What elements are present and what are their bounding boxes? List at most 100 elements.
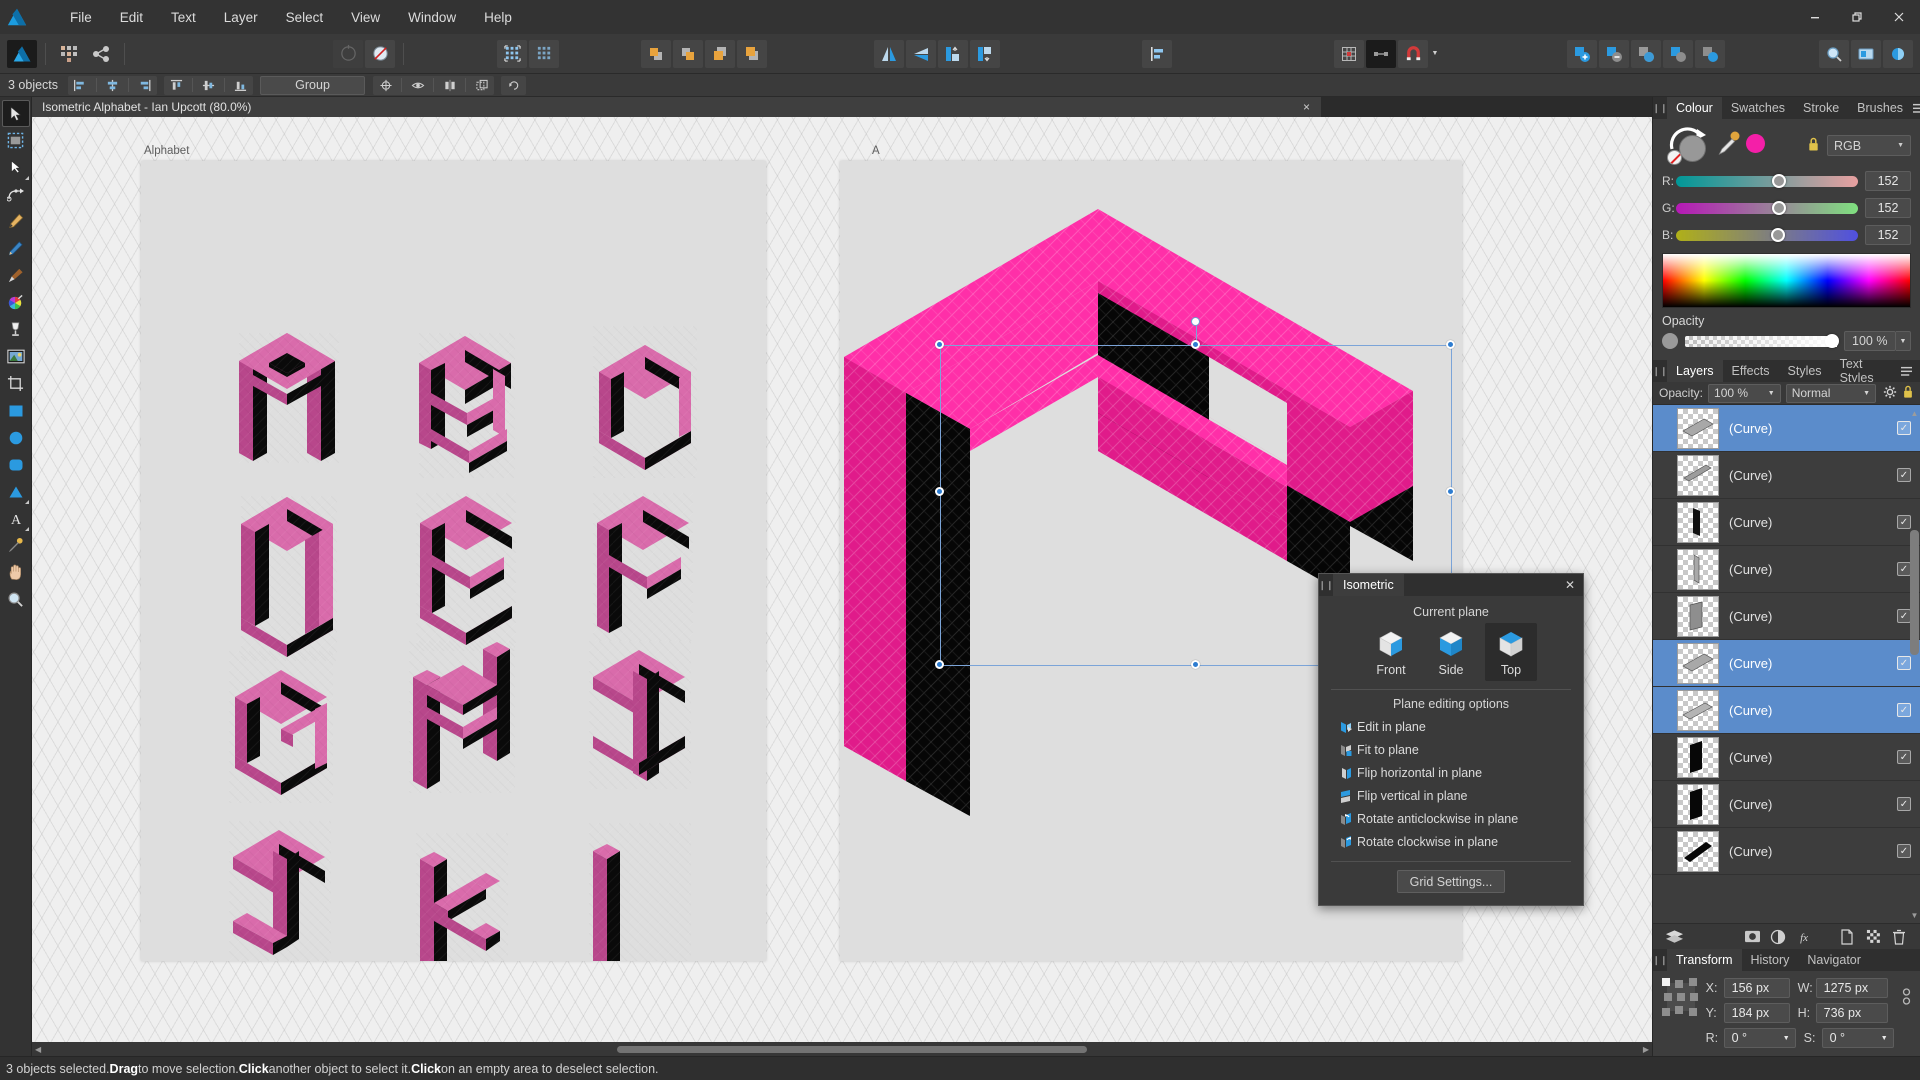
selection-handle-tc[interactable]: [1191, 340, 1200, 349]
transform-input-s[interactable]: 0 ° ▼: [1821, 1028, 1894, 1048]
align-top-icon[interactable]: [164, 76, 189, 95]
align-bottom-icon[interactable]: [228, 76, 253, 95]
menu-select[interactable]: Select: [272, 6, 338, 29]
layer-visibility-checkbox[interactable]: ✓: [1897, 562, 1911, 576]
rounded-rectangle-tool[interactable]: [2, 451, 30, 478]
snapping-magnet-button[interactable]: [1398, 39, 1428, 68]
channel-value-b[interactable]: 152: [1865, 225, 1911, 245]
menu-file[interactable]: File: [56, 6, 106, 29]
close-icon[interactable]: [1878, 0, 1920, 34]
transform-input-y[interactable]: 184 px: [1723, 1003, 1790, 1023]
tab-styles[interactable]: Styles: [1779, 360, 1831, 382]
snapping-dropdown-icon[interactable]: ▼: [1429, 41, 1441, 67]
fill-tool[interactable]: [2, 316, 30, 343]
scroll-left-icon[interactable]: ◀: [35, 1045, 41, 1054]
text-tool[interactable]: A: [2, 505, 30, 532]
menu-layer[interactable]: Layer: [210, 6, 272, 29]
snap-grid-button[interactable]: [529, 39, 559, 68]
plane-side-button[interactable]: Side: [1425, 623, 1477, 681]
move-tool[interactable]: [1, 100, 30, 127]
layer-row-6[interactable]: (Curve) ✓: [1653, 687, 1920, 734]
transform-input-r[interactable]: 0 ° ▼: [1723, 1028, 1796, 1048]
node-tool-disabled-button[interactable]: [333, 39, 363, 68]
fill-stroke-swatches[interactable]: [1662, 126, 1718, 165]
colour-spectrum[interactable]: [1662, 253, 1911, 308]
menu-help[interactable]: Help: [470, 6, 526, 29]
layer-stack-icon[interactable]: [1661, 926, 1687, 948]
pan-view-button[interactable]: [1851, 39, 1881, 68]
layers-panel-grip-icon[interactable]: ❙❙: [1652, 360, 1667, 382]
channel-slider-g[interactable]: [1676, 200, 1858, 215]
intersect-shape-button[interactable]: [1631, 39, 1661, 68]
add-shape-button[interactable]: [1567, 39, 1597, 68]
layer-row-8[interactable]: (Curve) ✓: [1653, 781, 1920, 828]
tab-swatches[interactable]: Swatches: [1722, 97, 1794, 119]
align-right-icon[interactable]: [132, 76, 157, 95]
layer-visibility-checkbox[interactable]: ✓: [1897, 750, 1911, 764]
selection-handle-tl[interactable]: [935, 340, 944, 349]
eyedropper-icon[interactable]: [1718, 130, 1744, 160]
blend-mode-dropdown[interactable]: Normal ▼: [1785, 383, 1876, 403]
menu-window[interactable]: Window: [394, 6, 470, 29]
channel-slider-b[interactable]: [1676, 227, 1858, 242]
vector-brush-tool[interactable]: [2, 262, 30, 289]
move-back-one-button[interactable]: [673, 39, 703, 68]
duplicate-icon[interactable]: [469, 76, 494, 95]
layers-scrollbar[interactable]: ▲ ▼: [1910, 405, 1919, 923]
centre-pivot-icon[interactable]: [373, 76, 398, 95]
selection-handle-mr[interactable]: [1446, 487, 1455, 496]
show-hide-icon[interactable]: [405, 76, 430, 95]
artboard-alphabet[interactable]: [141, 161, 766, 1008]
isometric-panel-grip-icon[interactable]: ❙❙: [1318, 574, 1333, 596]
layer-row-1[interactable]: (Curve) ✓: [1653, 452, 1920, 499]
layers-panel-menu-icon[interactable]: [1900, 360, 1920, 382]
layer-row-9[interactable]: (Curve) ✓: [1653, 828, 1920, 875]
move-to-front-button[interactable]: [705, 39, 735, 68]
layers-list[interactable]: ▲ ▼ (Curve) ✓ (Curve) ✓ (Curve) ✓ (Curve…: [1653, 405, 1920, 923]
tab-layers[interactable]: Layers: [1667, 360, 1723, 382]
scroll-right-icon[interactable]: ▶: [1643, 1045, 1649, 1054]
grid-settings-button[interactable]: Grid Settings...: [1397, 870, 1505, 893]
export-persona-button[interactable]: [86, 40, 116, 68]
grid-settings-button[interactable]: [1334, 39, 1364, 68]
layer-visibility-checkbox[interactable]: ✓: [1897, 468, 1911, 482]
crop-tool[interactable]: [2, 370, 30, 397]
move-to-back-button[interactable]: [737, 39, 767, 68]
zoom-tool[interactable]: [2, 586, 30, 613]
eyedropper-tool[interactable]: [2, 532, 30, 559]
fit-to-plane-item[interactable]: Fit to plane: [1331, 738, 1571, 761]
rotation-handle[interactable]: [1191, 317, 1200, 326]
show-grid-button[interactable]: [497, 39, 527, 68]
tab-colour[interactable]: Colour: [1667, 97, 1722, 119]
align-centre-icon[interactable]: [100, 76, 125, 95]
fx-icon[interactable]: fx: [1791, 926, 1817, 948]
rotate-clockwise-in-plane-item[interactable]: Rotate clockwise in plane: [1331, 830, 1571, 853]
new-pixel-layer-icon[interactable]: [1860, 926, 1886, 948]
flip-vertical-button[interactable]: [906, 39, 936, 68]
selection-handle-bc[interactable]: [1191, 660, 1200, 669]
flip-horizontal-button[interactable]: [874, 39, 904, 68]
channel-slider-r[interactable]: [1676, 173, 1858, 188]
ellipse-tool[interactable]: [2, 424, 30, 451]
selection-handle-ml[interactable]: [935, 487, 944, 496]
lock-icon[interactable]: [1902, 385, 1914, 402]
tab-navigator[interactable]: Navigator: [1798, 949, 1870, 971]
snapping-candidates-button[interactable]: [1366, 39, 1396, 68]
divide-shape-button[interactable]: [1663, 39, 1693, 68]
place-image-tool[interactable]: [2, 343, 30, 370]
hand-tool[interactable]: [2, 559, 30, 586]
transform-input-w[interactable]: 1275 px: [1815, 978, 1888, 998]
subtract-shape-button[interactable]: [1599, 39, 1629, 68]
layer-row-7[interactable]: (Curve) ✓: [1653, 734, 1920, 781]
combine-shape-button[interactable]: [1695, 39, 1725, 68]
colour-model-dropdown[interactable]: RGB ▼: [1827, 135, 1911, 156]
transform-panel-grip-icon[interactable]: ❙❙: [1652, 949, 1667, 971]
transform-anchor-grid[interactable]: [1662, 978, 1698, 1016]
rotate-right-button[interactable]: [970, 39, 1000, 68]
scroll-up-icon[interactable]: ▲: [1910, 407, 1919, 419]
document-tab[interactable]: Isometric Alphabet - Ian Upcott (80.0%) …: [32, 97, 1322, 117]
scroll-down-icon[interactable]: ▼: [1910, 909, 1919, 921]
layer-row-3[interactable]: (Curve) ✓: [1653, 546, 1920, 593]
tab-transform[interactable]: Transform: [1667, 949, 1742, 971]
edit-in-plane-item[interactable]: Edit in plane: [1331, 715, 1571, 738]
